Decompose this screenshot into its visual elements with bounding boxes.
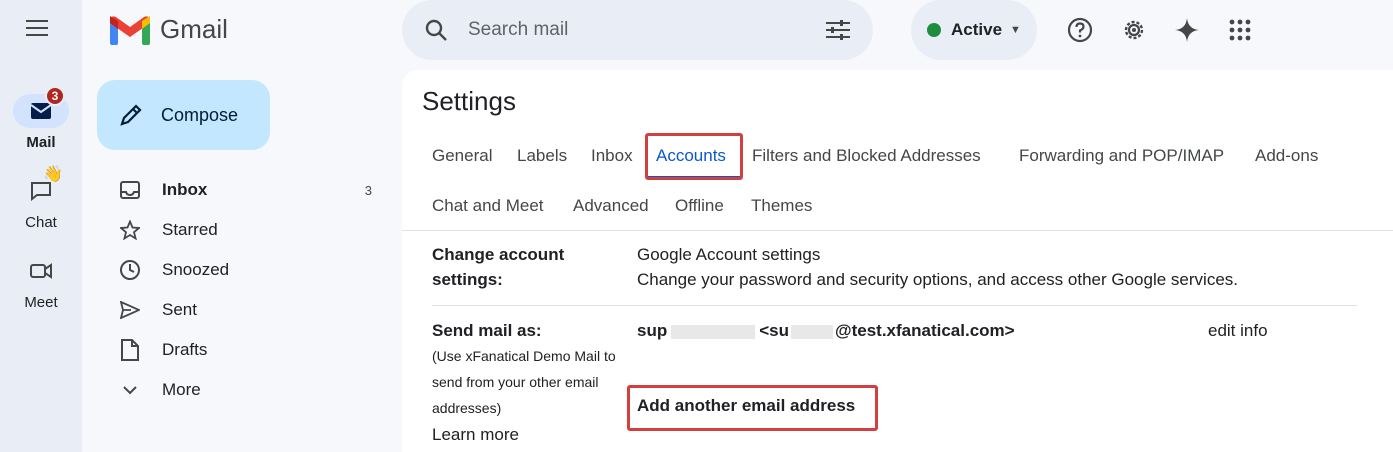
nav-item-inbox[interactable]: Inbox 3 (110, 175, 380, 205)
nav-label-starred: Starred (162, 220, 218, 239)
compose-label: Compose (161, 104, 239, 125)
gmail-logo[interactable]: Gmail (110, 14, 228, 45)
tab-general[interactable]: General (432, 146, 492, 166)
rail-item-mail[interactable]: 3 Mail (0, 86, 82, 151)
search-options-icon[interactable] (825, 19, 851, 41)
nav-label-drafts: Drafts (162, 340, 208, 359)
nav-item-more[interactable]: More (110, 375, 380, 405)
tabs-divider (402, 230, 1393, 231)
send-icon (118, 298, 142, 322)
search-bar[interactable]: Search mail (402, 0, 873, 60)
section-divider (432, 305, 1357, 306)
change-account-label: Change account settings: (432, 242, 564, 292)
gmail-m-icon (110, 15, 150, 45)
video-camera-icon (30, 263, 52, 279)
settings-gear-icon[interactable] (1120, 16, 1148, 44)
tab-labels[interactable]: Labels (517, 146, 567, 166)
change-account-label-line1: Change account (432, 245, 565, 264)
compose-button[interactable]: Compose (97, 80, 270, 150)
rail-label-meet: Meet (24, 294, 58, 311)
send-mail-as-note-line3: addresses) (432, 400, 502, 416)
chat-icon (31, 182, 51, 201)
chevron-down-icon: ▼ (1010, 24, 1021, 36)
send-as-address: sup <su @test.xfanatical.com> (637, 321, 1015, 341)
clock-icon (118, 258, 142, 282)
nav-item-snoozed[interactable]: Snoozed (110, 255, 380, 285)
change-account-label-line2: settings: (432, 270, 503, 289)
page-title: Settings (422, 86, 516, 116)
gemini-sparkle-icon[interactable] (1173, 16, 1201, 44)
rail-label-chat: Chat (25, 214, 57, 231)
waving-hand-icon: 👋 (43, 166, 63, 183)
send-mail-as-note: (Use xFanatical Demo Mail to send from y… (432, 343, 642, 421)
add-email-highlight (627, 385, 878, 431)
tab-chat-meet[interactable]: Chat and Meet (432, 196, 544, 216)
rail-label-mail: Mail (26, 134, 56, 151)
redacted-name (671, 324, 756, 339)
send-mail-as-note-line2: send from your other email (432, 374, 599, 390)
tab-inbox[interactable]: Inbox (591, 146, 633, 166)
inbox-count: 3 (364, 182, 372, 198)
brand-name: Gmail (160, 14, 228, 44)
send-mail-as-note-line1: (Use xFanatical Demo Mail to (432, 348, 616, 364)
search-input[interactable]: Search mail (468, 19, 825, 41)
settings-panel: Settings General Labels Inbox Accounts F… (402, 70, 1393, 452)
inbox-icon (118, 178, 142, 202)
nav-label-more: More (162, 380, 201, 399)
nav-label-snoozed: Snoozed (162, 260, 230, 279)
star-icon (118, 218, 142, 242)
draft-icon (118, 338, 142, 362)
unread-badge: 3 (45, 86, 65, 106)
nav-item-starred[interactable]: Starred (110, 215, 380, 245)
address-suffix: @test.xfanatical.com> (835, 321, 1015, 340)
send-mail-as-label: Send mail as: (432, 321, 542, 340)
change-account-description: Change your password and security option… (637, 270, 1238, 289)
edit-info-link[interactable]: edit info (1208, 321, 1268, 341)
nav-label-inbox: Inbox (162, 180, 208, 199)
main-menu-icon[interactable] (26, 20, 52, 40)
tab-advanced[interactable]: Advanced (573, 196, 649, 216)
rail-item-chat[interactable]: 👋 Chat (0, 166, 82, 231)
status-label: Active (951, 20, 1003, 39)
accounts-tab-highlight (645, 133, 743, 180)
address-prefix: sup (637, 321, 668, 340)
tab-addons[interactable]: Add-ons (1255, 146, 1318, 166)
redacted-local-part (791, 324, 834, 339)
apps-grid-icon[interactable] (1226, 16, 1254, 44)
tab-forwarding[interactable]: Forwarding and POP/IMAP (1019, 146, 1224, 166)
status-dropdown[interactable]: Active ▼ (911, 0, 1037, 60)
address-mid: <su (759, 321, 790, 340)
nav-label-sent: Sent (162, 300, 197, 319)
help-icon[interactable] (1066, 16, 1094, 44)
nav-item-drafts[interactable]: Drafts (110, 335, 380, 365)
google-account-settings-link[interactable]: Google Account settings (637, 245, 820, 265)
pencil-icon (120, 104, 142, 126)
rail-item-meet[interactable]: Meet (0, 254, 82, 311)
learn-more-link[interactable]: Learn more (432, 425, 519, 445)
tab-offline[interactable]: Offline (675, 196, 724, 216)
app-rail: 3 Mail 👋 Chat Meet (0, 0, 82, 452)
search-icon[interactable] (424, 18, 448, 42)
mail-icon (30, 103, 52, 119)
tab-themes[interactable]: Themes (751, 196, 812, 216)
status-dot-icon (927, 23, 941, 37)
nav-item-sent[interactable]: Sent (110, 295, 380, 325)
chevron-down-icon (118, 378, 142, 402)
tab-filters[interactable]: Filters and Blocked Addresses (752, 146, 981, 166)
